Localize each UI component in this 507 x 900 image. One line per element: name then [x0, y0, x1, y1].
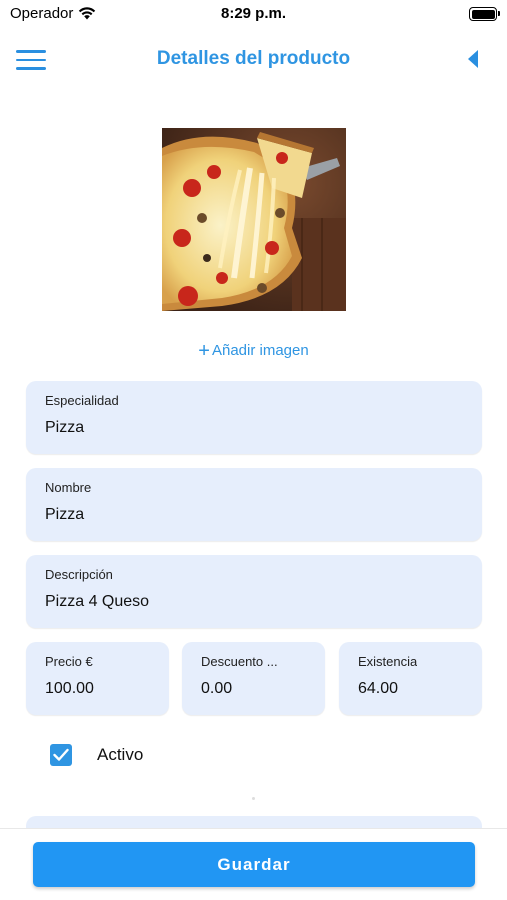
activo-label: Activo — [97, 745, 144, 764]
precio-label: Precio € — [45, 654, 93, 669]
add-image-link[interactable]: + Añadir imagen — [0, 340, 507, 363]
checkmark-icon — [53, 748, 69, 761]
descuento-value[interactable]: 0.00 — [201, 680, 232, 698]
descuento-label: Descuento ... — [201, 654, 278, 669]
activo-checkbox[interactable] — [50, 744, 72, 766]
especialidad-field[interactable]: Especialidad Pizza — [26, 381, 482, 454]
activo-checkbox-row[interactable]: Activo — [50, 743, 143, 767]
battery-icon — [469, 7, 500, 21]
back-triangle-icon — [468, 50, 478, 68]
precio-value[interactable]: 100.00 — [45, 680, 94, 698]
descripcion-value[interactable]: Pizza 4 Queso — [45, 593, 149, 611]
descripcion-field[interactable]: Descripción Pizza 4 Queso — [26, 555, 482, 628]
back-button[interactable] — [465, 48, 481, 70]
scroll-indicator — [252, 797, 255, 800]
wifi-icon — [79, 7, 96, 20]
product-image — [162, 128, 346, 311]
bottom-action-bar: Guardar — [0, 828, 507, 900]
descuento-field[interactable]: Descuento ... 0.00 — [182, 642, 325, 715]
save-button[interactable]: Guardar — [33, 842, 475, 887]
page-title: Detalles del producto — [156, 48, 351, 69]
carrier-name: Operador — [10, 5, 74, 22]
hamburger-menu-icon[interactable] — [16, 50, 46, 70]
descripcion-label: Descripción — [45, 567, 113, 582]
existencia-field[interactable]: Existencia 64.00 — [339, 642, 482, 715]
nombre-field[interactable]: Nombre Pizza — [26, 468, 482, 541]
existencia-label: Existencia — [358, 654, 418, 669]
add-image-label: Añadir imagen — [211, 342, 309, 359]
status-bar: Operador 8:29 p.m. — [0, 0, 507, 28]
especialidad-value[interactable]: Pizza — [45, 419, 84, 437]
precio-field[interactable]: Precio € 100.00 — [26, 642, 169, 715]
existencia-value[interactable]: 64.00 — [358, 680, 398, 698]
nombre-value[interactable]: Pizza — [45, 506, 84, 524]
carrier-info: Operador — [10, 5, 96, 22]
especialidad-label: Especialidad — [45, 393, 119, 408]
nombre-label: Nombre — [45, 480, 92, 495]
navigation-bar: Detalles del producto — [0, 36, 507, 82]
plus-icon: + — [198, 340, 210, 362]
